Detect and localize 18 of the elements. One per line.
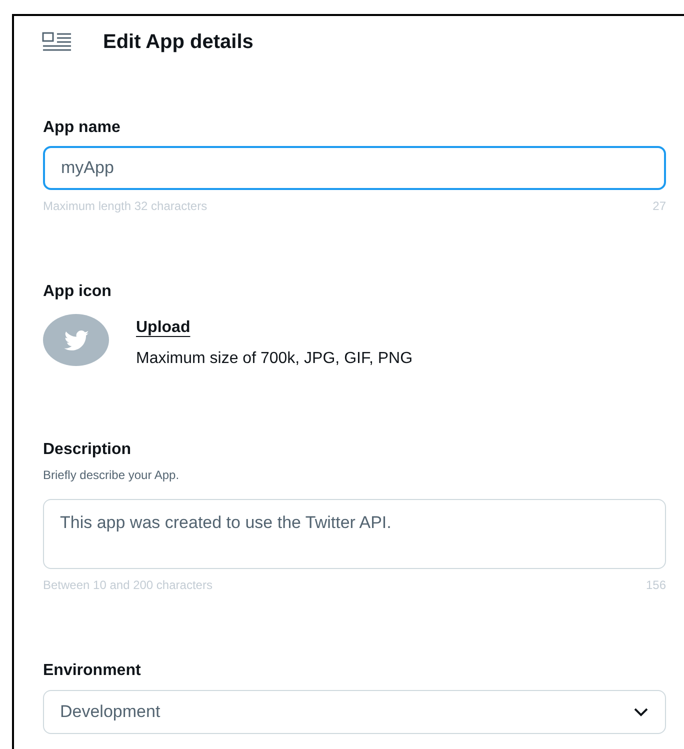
app-name-field[interactable]: myApp <box>43 146 666 190</box>
layout-icon <box>42 32 72 52</box>
character-count: 27 <box>652 199 666 213</box>
environment-dropdown[interactable]: Development <box>43 690 666 734</box>
app-avatar-icon <box>43 314 109 366</box>
hint-text: Maximum length 32 characters <box>43 199 208 213</box>
upload-note: Maximum size of 700k, JPG, GIF, PNG <box>136 349 413 369</box>
field-sublabel: Briefly describe your App. <box>43 468 180 482</box>
field-label: Description <box>43 440 132 460</box>
field-label: App icon <box>43 282 112 302</box>
hint-text: Between 10 and 200 characters <box>43 578 212 592</box>
chevron-down-icon <box>633 707 649 717</box>
character-count: 156 <box>646 578 666 592</box>
field-label: App name <box>43 118 122 138</box>
page-title: Edit App details <box>103 30 254 55</box>
field-label: Environment <box>43 661 142 681</box>
description-field[interactable]: This app was created to use the Twitter API. <box>43 499 666 569</box>
upload-link[interactable]: Upload <box>136 318 190 338</box>
